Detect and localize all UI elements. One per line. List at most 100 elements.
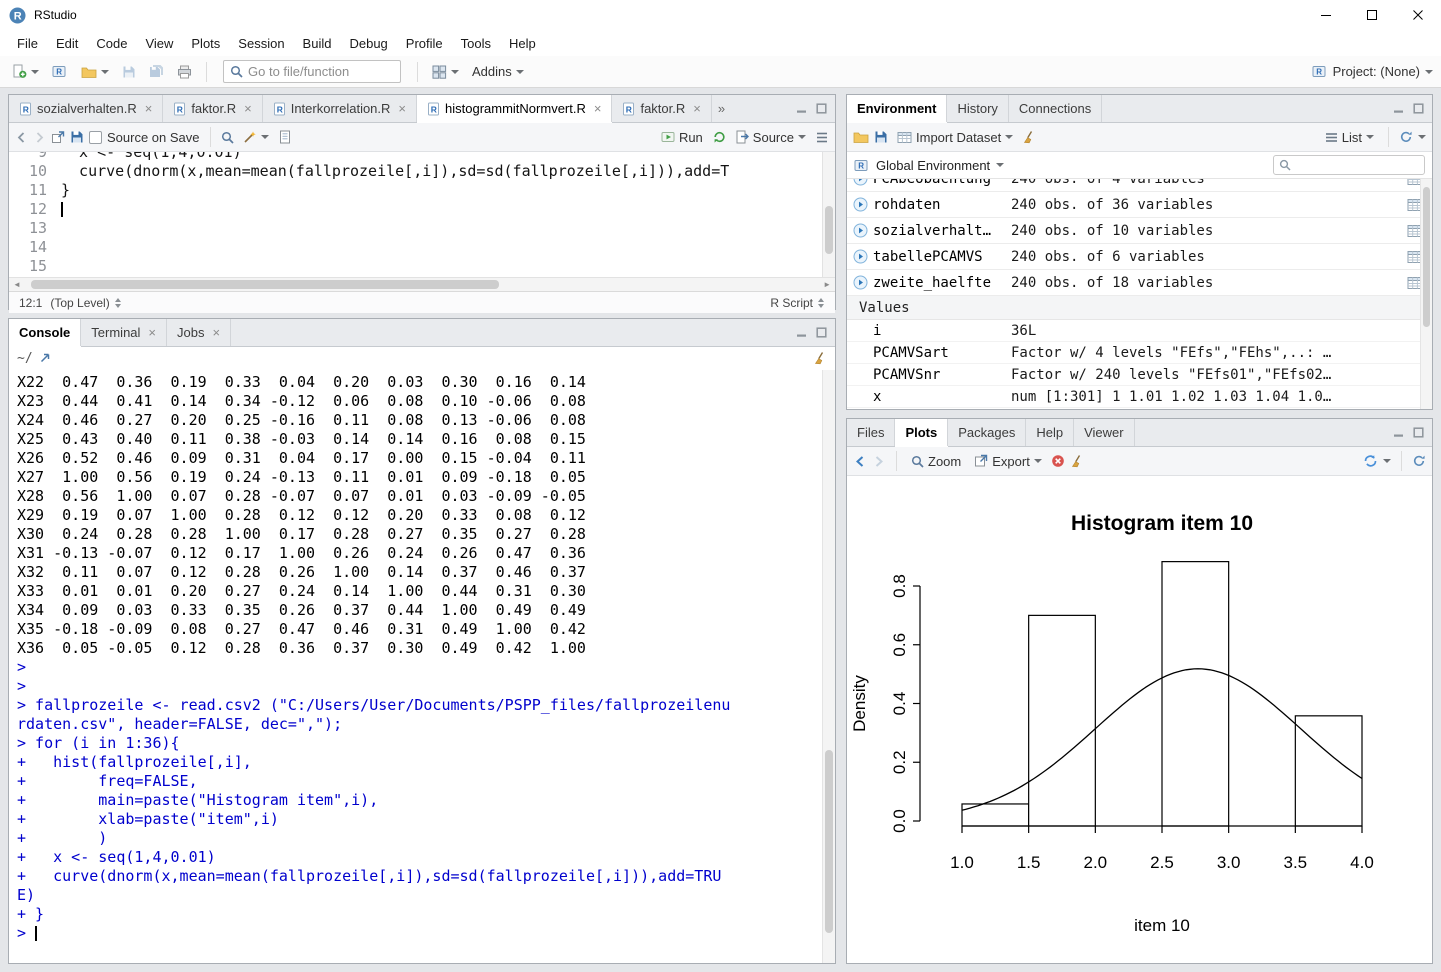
menu-help[interactable]: Help bbox=[500, 32, 545, 55]
code-editor[interactable]: 9 x <- seq(1,4,0.01)10 curve(dnorm(x,mea… bbox=[9, 152, 835, 277]
env-object-rohdaten[interactable]: rohdaten240 obs. of 36 variables bbox=[847, 192, 1432, 218]
expand-icon[interactable] bbox=[853, 275, 868, 290]
env-object-x[interactable]: xnum [1:301] 1 1.01 1.02 1.03 1.04 1.0… bbox=[847, 386, 1432, 408]
env-object-tabellepcamvs[interactable]: tabellePCAMVS240 obs. of 6 variables bbox=[847, 244, 1432, 270]
close-icon[interactable]: × bbox=[244, 101, 252, 116]
goto-file-input[interactable] bbox=[248, 64, 394, 79]
goto-file-box[interactable] bbox=[223, 60, 401, 83]
file-type-selector[interactable]: R Script bbox=[770, 296, 825, 310]
source-button[interactable]: Source bbox=[731, 128, 810, 147]
menu-plots[interactable]: Plots bbox=[182, 32, 229, 55]
environment-search-input[interactable] bbox=[1295, 158, 1441, 172]
close-icon[interactable]: × bbox=[693, 101, 701, 116]
minimize-pane-icon[interactable] bbox=[1393, 103, 1404, 114]
menu-profile[interactable]: Profile bbox=[397, 32, 452, 55]
new-file-button[interactable] bbox=[8, 62, 43, 81]
tab-files[interactable]: Files bbox=[847, 419, 895, 446]
expand-icon[interactable] bbox=[853, 179, 868, 186]
next-plot-icon[interactable] bbox=[872, 455, 886, 468]
clear-objects-icon[interactable] bbox=[1022, 130, 1036, 144]
source-on-save-checkbox[interactable] bbox=[89, 131, 102, 144]
menu-view[interactable]: View bbox=[136, 32, 182, 55]
menu-build[interactable]: Build bbox=[294, 32, 341, 55]
close-icon[interactable]: × bbox=[145, 101, 153, 116]
tab-history[interactable]: History bbox=[947, 95, 1008, 122]
chevron-down-icon[interactable] bbox=[1383, 459, 1391, 463]
menu-file[interactable]: File bbox=[8, 32, 47, 55]
project-selector[interactable]: R Project: (None) bbox=[1312, 64, 1433, 79]
maximize-pane-icon[interactable] bbox=[1413, 103, 1424, 114]
zoom-button[interactable]: Zoom bbox=[907, 452, 965, 471]
scroll-right-arrow[interactable]: ► bbox=[823, 278, 831, 292]
env-object-i[interactable]: i36L bbox=[847, 320, 1432, 342]
environment-scrollbar[interactable] bbox=[1420, 179, 1432, 409]
tab-terminal[interactable]: Terminal× bbox=[81, 319, 167, 346]
env-object-pcamvsnr[interactable]: PCAMVSnrFactor w/ 240 levels "FEfs01","F… bbox=[847, 364, 1432, 386]
expand-icon[interactable] bbox=[853, 249, 868, 264]
close-icon[interactable]: × bbox=[212, 325, 220, 340]
minimize-pane-icon[interactable] bbox=[796, 103, 807, 114]
expand-icon[interactable] bbox=[853, 223, 868, 238]
save-workspace-icon[interactable] bbox=[874, 130, 888, 144]
environment-search-box[interactable] bbox=[1273, 155, 1425, 175]
console-output[interactable]: X22 0.47 0.36 0.19 0.33 0.04 0.20 0.03 0… bbox=[9, 369, 835, 943]
tab-help[interactable]: Help bbox=[1026, 419, 1074, 446]
console-scrollbar[interactable] bbox=[822, 370, 835, 963]
tab-packages[interactable]: Packages bbox=[948, 419, 1026, 446]
menu-tools[interactable]: Tools bbox=[452, 32, 500, 55]
remove-plot-icon[interactable] bbox=[1051, 454, 1065, 468]
minimize-pane-icon[interactable] bbox=[796, 327, 807, 338]
run-button[interactable]: Run bbox=[657, 128, 707, 147]
save-all-button[interactable] bbox=[145, 62, 168, 81]
scrollbar-thumb[interactable] bbox=[31, 280, 499, 289]
tab-viewer[interactable]: Viewer bbox=[1074, 419, 1135, 446]
env-object-pcamvsart[interactable]: PCAMVSartFactor w/ 4 levels "FEfs","FEhs… bbox=[847, 342, 1432, 364]
maximize-pane-icon[interactable] bbox=[816, 327, 827, 338]
export-button[interactable]: Export bbox=[970, 452, 1046, 471]
tab-overflow-icon[interactable]: » bbox=[712, 95, 731, 122]
tab-plots[interactable]: Plots bbox=[895, 419, 948, 446]
close-icon[interactable]: × bbox=[594, 101, 602, 116]
tab-jobs[interactable]: Jobs× bbox=[167, 319, 231, 346]
minimize-button[interactable] bbox=[1303, 0, 1349, 30]
document-outline-icon[interactable] bbox=[815, 131, 829, 144]
publish-icon[interactable] bbox=[1363, 454, 1378, 468]
close-button[interactable] bbox=[1395, 0, 1441, 30]
clear-plots-icon[interactable] bbox=[1070, 454, 1084, 468]
tab-interkorrelation-r[interactable]: RInterkorrelation.R× bbox=[263, 95, 417, 122]
scope-selector-label[interactable]: Global Environment bbox=[876, 158, 990, 173]
list-view-button[interactable]: List bbox=[1321, 128, 1378, 147]
editor-vertical-scrollbar[interactable] bbox=[822, 152, 835, 277]
forward-icon[interactable] bbox=[33, 131, 46, 144]
addins-button[interactable]: Addins bbox=[468, 62, 528, 81]
code-tools-button[interactable] bbox=[239, 128, 273, 146]
env-object-sozialverhalt[interactable]: sozialverhalt…240 obs. of 10 variables bbox=[847, 218, 1432, 244]
open-file-button[interactable] bbox=[77, 63, 113, 81]
scope-selector[interactable]: (Top Level) bbox=[50, 296, 121, 310]
pane-layout-button[interactable] bbox=[428, 63, 463, 81]
refresh-icon[interactable] bbox=[1412, 454, 1426, 468]
new-project-button[interactable]: R bbox=[48, 62, 72, 81]
maximize-pane-icon[interactable] bbox=[816, 103, 827, 114]
import-dataset-button[interactable]: Import Dataset bbox=[893, 128, 1017, 147]
minimize-pane-icon[interactable] bbox=[1393, 427, 1404, 438]
maximize-pane-icon[interactable] bbox=[1413, 427, 1424, 438]
editor-horizontal-scrollbar[interactable]: ◄ ► bbox=[9, 277, 835, 291]
chevron-down-icon[interactable] bbox=[1418, 135, 1426, 139]
menu-session[interactable]: Session bbox=[229, 32, 293, 55]
save-icon[interactable] bbox=[70, 130, 84, 144]
tab-faktor-r[interactable]: Rfaktor.R× bbox=[612, 95, 711, 122]
popout-window-icon[interactable] bbox=[51, 130, 65, 144]
clear-console-icon[interactable] bbox=[813, 351, 827, 365]
compile-report-icon[interactable] bbox=[278, 130, 292, 144]
scroll-left-arrow[interactable]: ◄ bbox=[13, 278, 21, 292]
menu-code[interactable]: Code bbox=[87, 32, 136, 55]
tab-environment[interactable]: Environment bbox=[847, 95, 947, 122]
rerun-icon[interactable] bbox=[712, 130, 726, 144]
scrollbar-thumb[interactable] bbox=[825, 206, 833, 254]
goto-directory-icon[interactable] bbox=[39, 352, 51, 364]
back-icon[interactable] bbox=[15, 131, 28, 144]
scrollbar-thumb[interactable] bbox=[1423, 187, 1430, 327]
env-object-pcabeobachtung[interactable]: PCAbeobachtung240 obs. of 4 variables bbox=[847, 179, 1432, 192]
tab-histogrammitnormvert-r[interactable]: RhistogrammitNormvert.R× bbox=[417, 95, 612, 122]
